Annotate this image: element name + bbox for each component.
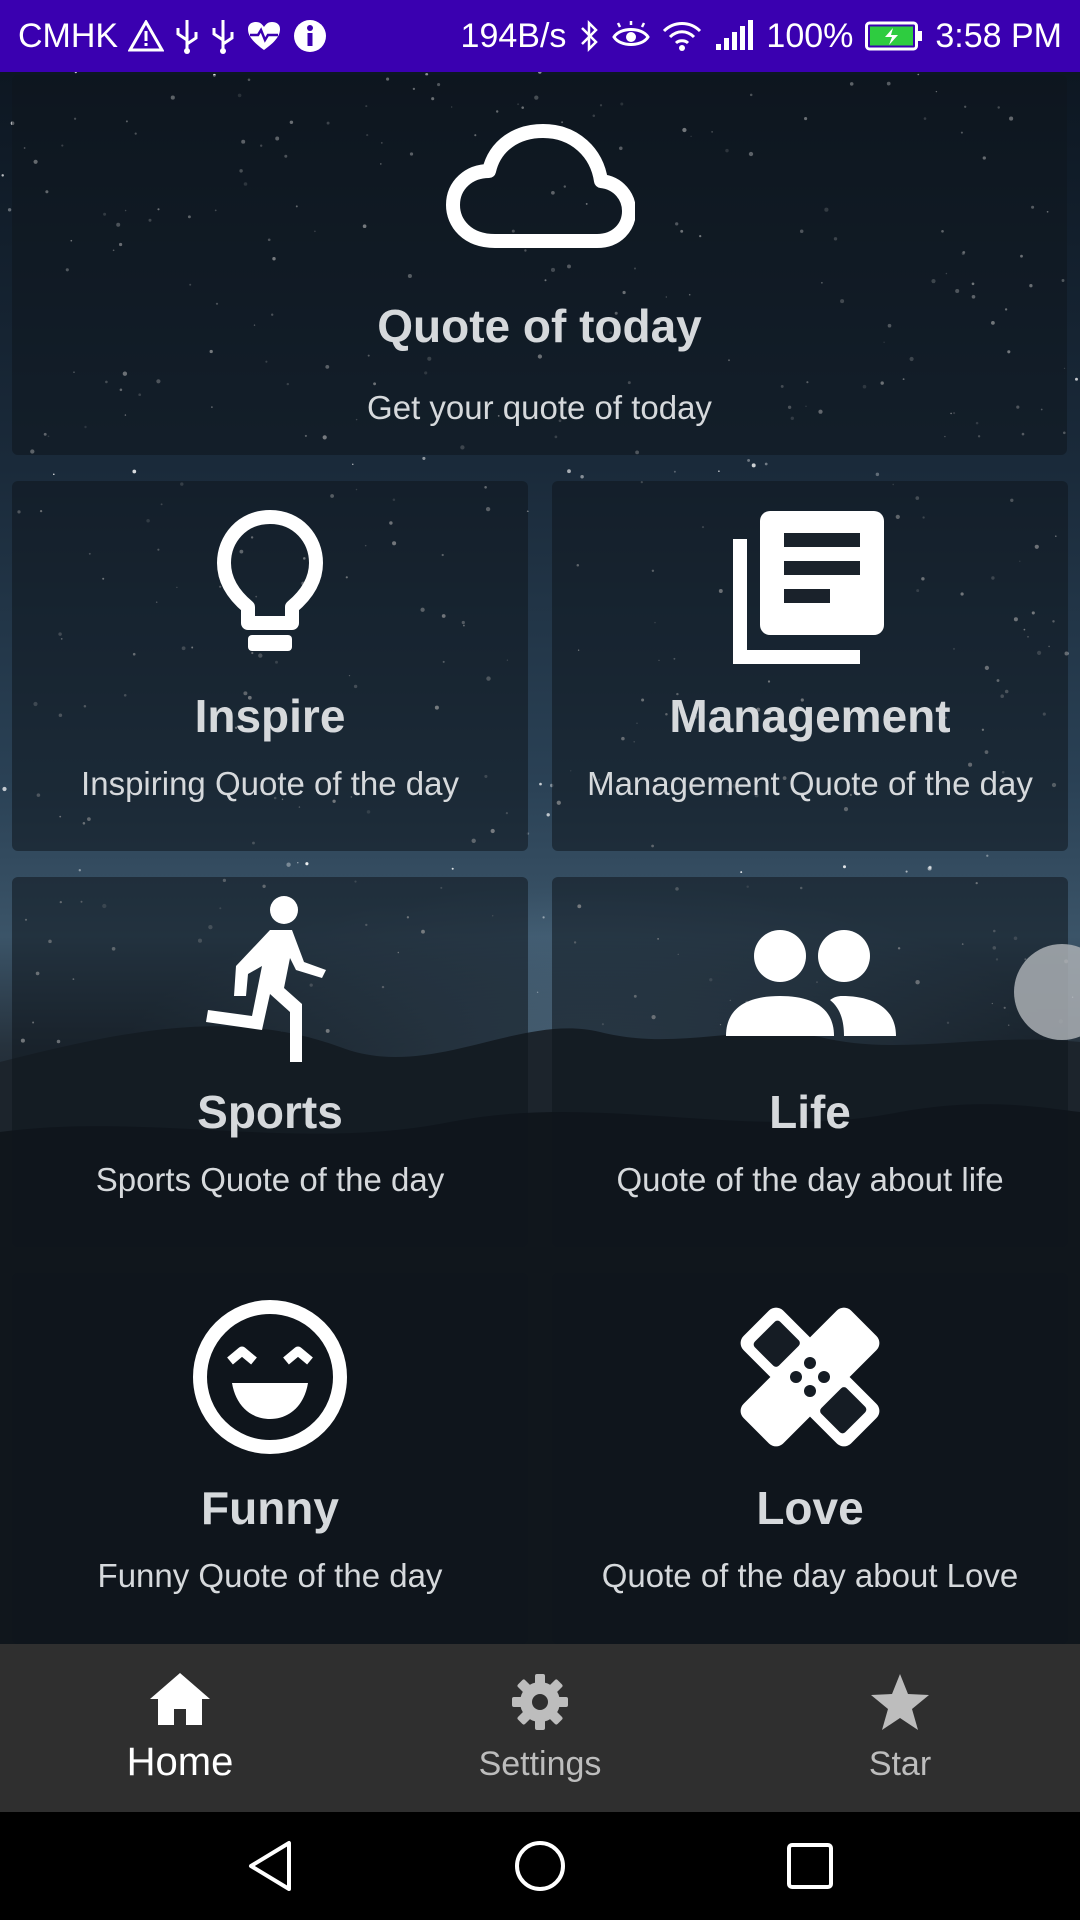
star-icon: [869, 1672, 931, 1737]
star: [546, 813, 550, 817]
star: [297, 862, 299, 864]
star: [986, 854, 989, 857]
back-button[interactable]: [240, 1836, 300, 1896]
star: [286, 862, 291, 867]
star: [567, 469, 571, 474]
star: [718, 470, 720, 473]
nav-home[interactable]: Home: [0, 1644, 360, 1812]
star: [53, 473, 55, 475]
card-love[interactable]: Love Quote of the day about Love: [552, 1273, 1068, 1644]
star: [875, 472, 880, 477]
recents-square-icon: [787, 1843, 833, 1889]
usb-icon: [174, 18, 200, 54]
star: [673, 470, 676, 473]
star: [78, 869, 81, 872]
star: [536, 991, 539, 994]
home-circle-icon: [515, 1841, 565, 1891]
star: [928, 865, 932, 869]
card-inspire[interactable]: Inspire Inspiring Quote of the day: [12, 481, 528, 851]
nav-label: Star: [868, 1745, 932, 1783]
card-subtitle: Management Quote of the day: [587, 765, 1033, 802]
star: [2, 786, 7, 792]
battery-icon: [865, 21, 923, 51]
card-quote-of-today[interactable]: Quote of today Get your quote of today: [12, 75, 1067, 455]
star: [764, 462, 768, 466]
star: [751, 463, 756, 468]
card-subtitle: Quote of the day about Love: [601, 1557, 1019, 1594]
nav-label: Home: [126, 1740, 234, 1784]
signal-icon: [714, 20, 754, 52]
card-subtitle: Sports Quote of the day: [95, 1161, 445, 1198]
carrier-label: CMHK: [18, 16, 119, 55]
nav-label: Settings: [478, 1745, 602, 1783]
usb-icon: [210, 18, 236, 54]
lightbulb-icon: [210, 505, 330, 665]
gear-icon: [510, 1672, 570, 1737]
star: [580, 475, 584, 479]
star: [352, 463, 354, 465]
smile-icon: [190, 1297, 350, 1457]
status-bar: CMHK 194B/s 100% 3:58 PM: [0, 0, 1080, 72]
star: [451, 867, 454, 870]
star: [1075, 377, 1078, 381]
card-title: Sports: [197, 1086, 343, 1138]
card-subtitle: Get your quote of today: [367, 389, 712, 426]
star: [740, 871, 743, 874]
card-subtitle: Funny Quote of the day: [97, 1557, 443, 1594]
card-life[interactable]: Life Quote of the day about life: [552, 877, 1068, 1247]
card-title: Inspire: [194, 690, 346, 742]
running-icon: [200, 896, 340, 1062]
system-navigation-bar: [0, 1812, 1080, 1920]
star: [538, 72, 542, 74]
star: [747, 458, 751, 462]
card-title: Funny: [201, 1482, 339, 1534]
star: [305, 862, 309, 866]
star: [1, 174, 4, 177]
card-subtitle: Inspiring Quote of the day: [81, 765, 459, 802]
star: [132, 469, 137, 474]
clock: 3:58 PM: [935, 16, 1062, 55]
network-speed: 194B/s: [460, 16, 567, 55]
card-title: Life: [769, 1086, 851, 1138]
star: [422, 456, 426, 460]
people-icon: [720, 901, 900, 1061]
star: [74, 72, 77, 74]
star: [539, 782, 542, 786]
star: [905, 870, 908, 873]
cloud-icon: [445, 123, 635, 253]
card-title: Love: [756, 1482, 864, 1534]
card-funny[interactable]: Funny Funny Quote of the day: [12, 1273, 528, 1644]
battery-percent: 100%: [766, 16, 854, 55]
home-system-button[interactable]: [510, 1836, 570, 1896]
info-icon: [292, 18, 328, 54]
card-title: Quote of today: [377, 300, 702, 352]
eye-icon: [612, 21, 651, 51]
star: [843, 865, 846, 869]
newspaper-icon: [730, 505, 890, 665]
card-subtitle: Quote of the day about life: [616, 1161, 1004, 1198]
nav-settings[interactable]: Settings: [360, 1644, 720, 1812]
wifi-icon: [662, 20, 702, 52]
bandage-icon: [730, 1297, 890, 1457]
star: [7, 208, 12, 212]
bluetooth-icon: [578, 18, 600, 54]
heart-monitor-icon: [246, 20, 282, 52]
card-management[interactable]: Management Management Quote of the day: [552, 481, 1068, 851]
home-icon: [148, 1671, 212, 1732]
card-title: Management: [669, 690, 951, 742]
warning-icon: [128, 20, 165, 52]
star: [542, 916, 545, 919]
card-sports[interactable]: Sports Sports Quote of the day: [12, 877, 528, 1247]
back-triangle-icon: [249, 1841, 291, 1891]
bottom-navigation: Home Settings Star: [0, 1644, 1080, 1812]
recents-button[interactable]: [780, 1836, 840, 1896]
nav-star[interactable]: Star: [720, 1644, 1080, 1812]
